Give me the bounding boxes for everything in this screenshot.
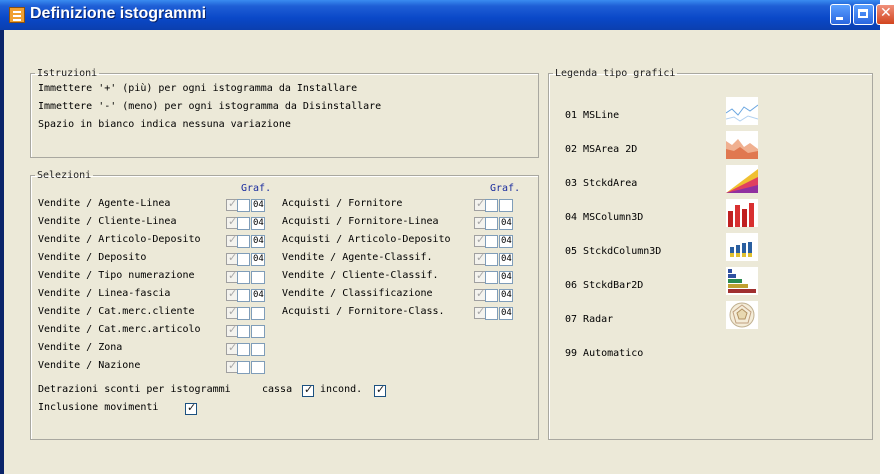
selezione-left-row-graf-field[interactable]: 04 xyxy=(251,253,265,266)
selezione-left-row-label: Vendite / Deposito xyxy=(38,252,147,263)
selezione-left-row-action-field[interactable] xyxy=(237,289,250,302)
legenda-legend: Legenda tipo grafici xyxy=(555,68,676,79)
selezione-left-row-graf-field[interactable]: 04 xyxy=(251,199,265,212)
selezione-right-row-action-field[interactable] xyxy=(485,307,498,320)
selezione-left-row-label: Vendite / Zona xyxy=(38,342,123,353)
legenda-item-label: 03 StckdArea xyxy=(565,178,638,189)
selezione-right-row-action-field[interactable] xyxy=(485,271,498,284)
inclusione-label: Inclusione movimenti xyxy=(38,402,159,413)
radar-chart-icon xyxy=(726,301,758,329)
maximize-button[interactable] xyxy=(853,4,874,25)
close-button[interactable] xyxy=(876,4,894,25)
stacked-column-3d-chart-icon xyxy=(726,233,758,261)
selezione-right-row-label: Vendite / Agente-Classif. xyxy=(282,252,433,263)
graf-header-left: Graf. xyxy=(241,183,272,194)
line-chart-icon xyxy=(725,97,759,125)
stacked-area-chart-icon xyxy=(726,165,758,193)
incond-label: incond. xyxy=(320,384,363,395)
selezione-left-row-action-field[interactable] xyxy=(237,325,250,338)
selezione-left-row-action-field[interactable] xyxy=(237,361,250,374)
istruzioni-line-2: Immettere '-' (meno) per ogni istogramma… xyxy=(38,101,382,112)
selezione-right-row-graf-field[interactable]: 04 xyxy=(499,253,513,266)
selezione-right-row-action-field[interactable] xyxy=(485,199,498,212)
legenda-item-label: 06 StckdBar2D xyxy=(565,280,644,291)
selezione-left-row-graf-field[interactable] xyxy=(251,361,265,374)
graf-header-right: Graf. xyxy=(490,183,521,194)
selezione-right-row-graf-field[interactable]: 04 xyxy=(499,307,513,320)
istruzioni-line-3: Spazio in bianco indica nessuna variazio… xyxy=(38,119,291,130)
selezione-right-row-label: Vendite / Cliente-Classif. xyxy=(282,270,439,281)
legenda-item-label: 01 MSLine xyxy=(565,110,620,121)
selezione-right-row-label: Vendite / Classificazione xyxy=(282,288,433,299)
app-icon[interactable] xyxy=(9,7,25,23)
selezione-left-row-action-field[interactable] xyxy=(237,253,250,266)
column-3d-chart-icon xyxy=(726,199,758,227)
selezione-right-row-action-field[interactable] xyxy=(485,235,498,248)
selezione-left-row-action-field[interactable] xyxy=(237,271,250,284)
legenda-item-label: 04 MSColumn3D xyxy=(565,212,644,223)
selezione-left-row-graf-field[interactable] xyxy=(251,271,265,284)
minimize-button[interactable] xyxy=(830,4,851,25)
window-right-edge xyxy=(880,30,894,474)
selezione-left-row-graf-field[interactable]: 04 xyxy=(251,235,265,248)
legenda-item-label: 05 StckdColumn3D xyxy=(565,246,662,257)
istruzioni-legend: Istruzioni xyxy=(37,68,98,79)
inclusione-checkbox[interactable] xyxy=(185,401,197,415)
dialog-client-area: Istruzioni Immettere '+' (più) per ogni … xyxy=(4,30,880,474)
selezione-left-row-label: Vendite / Nazione xyxy=(38,360,141,371)
selezione-right-row-graf-field[interactable]: 04 xyxy=(499,289,513,302)
legenda-item-label: 02 MSArea 2D xyxy=(565,144,638,155)
selezione-left-row-label: Vendite / Cliente-Linea xyxy=(38,216,177,227)
selezione-left-row-action-field[interactable] xyxy=(237,217,250,230)
selezione-left-row-label: Vendite / Cat.merc.cliente xyxy=(38,306,195,317)
selezione-right-row-action-field[interactable] xyxy=(485,289,498,302)
selezione-right-row-graf-field[interactable]: 04 xyxy=(499,271,513,284)
selezione-left-row-graf-field[interactable] xyxy=(251,343,265,356)
legenda-item-label: 07 Radar xyxy=(565,314,614,325)
selezione-right-row-graf-field[interactable]: 04 xyxy=(499,217,513,230)
selezione-left-row-label: Vendite / Linea-fascia xyxy=(38,288,171,299)
selezioni-group: Selezioni xyxy=(30,170,539,440)
istruzioni-group: Istruzioni xyxy=(30,68,539,158)
selezione-left-row-action-field[interactable] xyxy=(237,343,250,356)
selezione-right-row-label: Acquisti / Fornitore-Class. xyxy=(282,306,445,317)
stacked-bar-chart-icon xyxy=(726,267,758,295)
title-bar[interactable]: Definizione istogrammi xyxy=(0,0,880,30)
cassa-checkbox[interactable] xyxy=(302,383,314,397)
selezioni-legend: Selezioni xyxy=(37,170,92,181)
selezione-left-row-graf-field[interactable]: 04 xyxy=(251,217,265,230)
selezione-left-row-label: Vendite / Agente-Linea xyxy=(38,198,171,209)
istruzioni-line-1: Immettere '+' (più) per ogni istogramma … xyxy=(38,83,358,94)
detrazioni-label: Detrazioni sconti per istogrammi xyxy=(38,384,231,395)
selezione-right-row-label: Acquisti / Fornitore xyxy=(282,198,403,209)
selezione-right-row-action-field[interactable] xyxy=(485,253,498,266)
selezione-left-row-label: Vendite / Articolo-Deposito xyxy=(38,234,201,245)
selezione-right-row-graf-field[interactable] xyxy=(499,199,513,212)
selezione-right-row-label: Acquisti / Articolo-Deposito xyxy=(282,234,451,245)
selezione-left-row-label: Vendite / Tipo numerazione xyxy=(38,270,195,281)
selezione-left-row-graf-field[interactable] xyxy=(251,307,265,320)
selezione-left-row-label: Vendite / Cat.merc.articolo xyxy=(38,324,201,335)
legenda-item-label: 99 Automatico xyxy=(565,348,644,359)
selezione-left-row-action-field[interactable] xyxy=(237,235,250,248)
area-chart-icon xyxy=(726,131,758,159)
selezione-left-row-action-field[interactable] xyxy=(237,199,250,212)
selezione-right-row-graf-field[interactable]: 04 xyxy=(499,235,513,248)
application-window: Definizione istogrammi Istruzioni Immett… xyxy=(0,0,894,474)
window-title: Definizione istogrammi xyxy=(30,5,207,22)
selezione-right-row-action-field[interactable] xyxy=(485,217,498,230)
cassa-label: cassa xyxy=(262,384,293,395)
selezione-left-row-action-field[interactable] xyxy=(237,307,250,320)
selezione-right-row-label: Acquisti / Fornitore-Linea xyxy=(282,216,439,227)
selezione-left-row-graf-field[interactable] xyxy=(251,325,265,338)
selezione-left-row-graf-field[interactable]: 04 xyxy=(251,289,265,302)
incond-checkbox[interactable] xyxy=(374,383,386,397)
